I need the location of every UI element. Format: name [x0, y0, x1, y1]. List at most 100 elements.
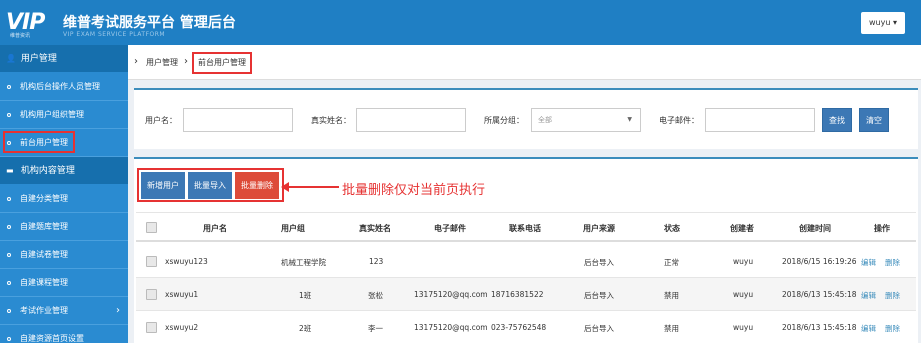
group-select[interactable]: 全部 ▼	[531, 108, 641, 132]
table-row: xswuyu1 1班 张松 13175120@qq.com 1871638152…	[136, 278, 916, 311]
cell-source: 后台导入	[584, 291, 614, 300]
column-header: 操作	[874, 224, 890, 233]
sidebar-item-label: 考试作业管理	[20, 306, 68, 315]
circle-icon	[7, 85, 11, 89]
realname-input[interactable]	[356, 108, 466, 132]
sidebar-group-user-management[interactable]: 👤 用户管理	[0, 45, 128, 73]
delete-link[interactable]: 删除	[885, 257, 900, 268]
circle-icon	[7, 309, 11, 313]
cell-source: 后台导入	[584, 324, 614, 333]
edit-link[interactable]: 编辑	[861, 257, 876, 268]
sidebar-item-papers[interactable]: 自建试卷管理	[0, 241, 128, 269]
cell-phone: 023-75762548	[491, 323, 547, 332]
chevron-right-icon: ›	[134, 56, 138, 67]
table-header: 用户名 用户组 真实姓名 电子邮件 联系电话 用户来源 状态 创建者 创建时间 …	[136, 212, 916, 242]
cell-email: 13175120@qq.com	[414, 323, 488, 332]
delete-link[interactable]: 删除	[885, 323, 900, 334]
row-checkbox[interactable]	[146, 289, 157, 300]
cell-creator: wuyu	[733, 257, 754, 266]
sidebar-item-categories[interactable]: 自建分类管理	[0, 185, 128, 213]
edit-link[interactable]: 编辑	[861, 323, 876, 334]
group-select-value: 全部	[538, 116, 552, 124]
email-label: 电子邮件：	[659, 116, 699, 125]
cell-email: 13175120@qq.com	[414, 290, 488, 299]
cell-creator: wuyu	[733, 323, 754, 332]
select-all-checkbox[interactable]	[146, 222, 157, 233]
row-checkbox[interactable]	[146, 256, 157, 267]
sidebar: 👤 用户管理 机构后台操作人员管理 机构用户组织管理 前台用户管理 ▬ 机构内容…	[0, 45, 128, 343]
sidebar-group-content-management[interactable]: ▬ 机构内容管理	[0, 157, 128, 185]
row-checkbox[interactable]	[146, 322, 157, 333]
breadcrumb-highlight	[192, 52, 252, 74]
breadcrumb: › 用户管理 › 前台用户管理	[128, 45, 921, 80]
active-item-highlight	[3, 131, 75, 153]
search-panel: 用户名： 真实姓名： 所属分组： 全部 ▼ 电子邮件： 查找 清空	[134, 88, 918, 149]
username-input[interactable]	[183, 108, 293, 132]
sidebar-item-homepage-settings[interactable]: 自建资源首页设置	[0, 325, 128, 343]
circle-icon	[7, 281, 11, 285]
sidebar-item-label: 自建课程管理	[20, 278, 68, 287]
cell-group: 1班	[299, 291, 312, 300]
search-button[interactable]: 查找	[822, 108, 852, 132]
sidebar-item-label: 机构用户组织管理	[20, 110, 84, 119]
sidebar-group-label: 机构内容管理	[20, 166, 75, 176]
sidebar-item-operators[interactable]: 机构后台操作人员管理	[0, 73, 128, 101]
circle-icon	[7, 337, 11, 341]
cell-created: 2018/6/15 16:19:26	[782, 257, 857, 266]
sidebar-item-label: 机构后台操作人员管理	[20, 82, 100, 91]
cell-phone: 18716381522	[491, 290, 544, 299]
cell-status: 正常	[664, 258, 679, 267]
sidebar-item-courses[interactable]: 自建课程管理	[0, 269, 128, 297]
app-title: 维普考试服务平台 管理后台	[63, 15, 236, 31]
cell-group: 2班	[299, 324, 312, 333]
table-row: xswuyu2 2班 李一 13175120@qq.com 023-757625…	[136, 311, 916, 343]
cell-status: 禁用	[664, 291, 679, 300]
annotation-line	[284, 186, 339, 188]
sidebar-item-label: 自建题库管理	[20, 222, 68, 231]
user-table-panel: 新增用户 批量导入 批量删除 批量删除仅对当前页执行 用户名 用户组 真实姓名 …	[134, 157, 918, 343]
cell-username: xswuyu2	[165, 323, 199, 332]
breadcrumb-item[interactable]: 用户管理	[146, 57, 178, 68]
edit-link[interactable]: 编辑	[861, 290, 876, 301]
clear-button[interactable]: 清空	[859, 108, 889, 132]
chevron-right-icon: ›	[184, 56, 188, 67]
folder-icon: ▬	[6, 166, 14, 175]
cell-realname: 张松	[368, 291, 383, 300]
circle-icon	[7, 225, 11, 229]
cell-username: xswuyu123	[165, 257, 208, 266]
user-icon: 👤	[6, 54, 16, 63]
top-header: VIP 维普资讯 维普考试服务平台 管理后台 VIP EXAM SERVICE …	[0, 0, 921, 45]
column-header: 创建时间	[799, 224, 831, 233]
cell-realname: 李一	[368, 324, 383, 333]
column-header: 用户组	[281, 224, 305, 233]
email-input[interactable]	[705, 108, 815, 132]
circle-icon	[7, 113, 11, 117]
column-header: 真实姓名	[359, 224, 391, 233]
cell-realname: 123	[369, 257, 384, 266]
cell-status: 禁用	[664, 324, 679, 333]
app-subtitle: VIP EXAM SERVICE PLATFORM	[63, 31, 166, 38]
sidebar-item-exams[interactable]: 考试作业管理 ›	[0, 297, 128, 325]
column-header: 电子邮件	[434, 224, 466, 233]
user-menu-button[interactable]: wuyu ▾	[861, 12, 905, 34]
column-header: 用户来源	[583, 224, 615, 233]
realname-label: 真实姓名：	[311, 116, 351, 125]
sidebar-item-question-bank[interactable]: 自建题库管理	[0, 213, 128, 241]
column-header: 状态	[664, 224, 680, 233]
cell-creator: wuyu	[733, 290, 754, 299]
sidebar-item-label: 自建试卷管理	[20, 250, 68, 259]
username-label: 用户名：	[145, 116, 177, 125]
column-header: 用户名	[203, 224, 227, 233]
chevron-right-icon: ›	[116, 305, 120, 316]
sidebar-item-org-users[interactable]: 机构用户组织管理	[0, 101, 128, 129]
column-header: 创建者	[730, 224, 754, 233]
cell-source: 后台导入	[584, 258, 614, 267]
sidebar-item-label: 自建资源首页设置	[20, 334, 84, 343]
circle-icon	[7, 253, 11, 257]
column-header: 联系电话	[509, 224, 541, 233]
annotation-text: 批量删除仅对当前页执行	[342, 183, 486, 198]
sidebar-group-label: 用户管理	[20, 54, 57, 64]
delete-link[interactable]: 删除	[885, 290, 900, 301]
cell-group: 机械工程学院	[281, 258, 326, 267]
circle-icon	[7, 197, 11, 201]
